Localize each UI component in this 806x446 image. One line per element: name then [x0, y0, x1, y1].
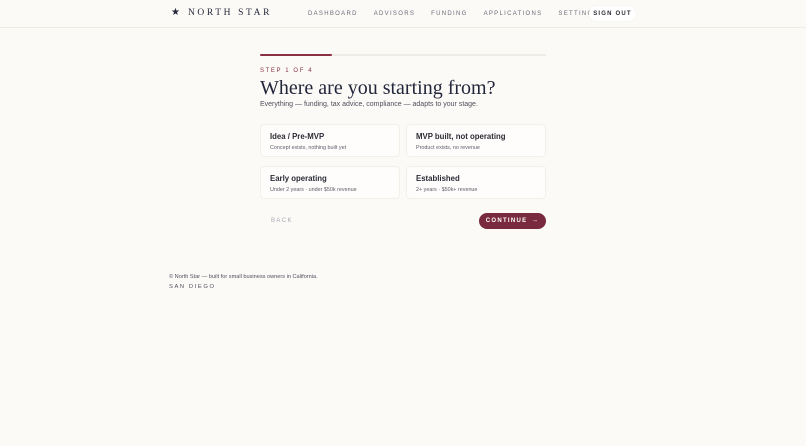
option-established[interactable]: Established 2+ years · $50k+ revenue: [406, 166, 546, 199]
option-title: Idea / Pre-MVP: [270, 132, 325, 141]
top-header: ★ NORTH STAR DASHBOARD ADVISORS FUNDING …: [0, 0, 806, 28]
footer-copyright: © North Star — built for small business …: [169, 274, 318, 280]
brand-logo[interactable]: ★ NORTH STAR: [171, 7, 272, 19]
nav-applications[interactable]: APPLICATIONS: [484, 10, 543, 18]
page-subtitle: Everything — funding, tax advice, compli…: [260, 101, 478, 108]
option-title: MVP built, not operating: [416, 132, 506, 141]
step-label: STEP 1 OF 4: [260, 68, 314, 74]
nav-funding[interactable]: FUNDING: [431, 10, 467, 18]
option-description: Under 2 years · under $50k revenue: [270, 187, 357, 193]
option-title: Early operating: [270, 174, 327, 183]
back-button[interactable]: BACK: [271, 217, 293, 225]
option-mvp-built[interactable]: MVP built, not operating Product exists,…: [406, 124, 546, 157]
step-progress-fill: [260, 54, 332, 56]
nav-advisors[interactable]: ADVISORS: [374, 10, 415, 18]
option-early-operating[interactable]: Early operating Under 2 years · under $5…: [260, 166, 400, 199]
option-description: Concept exists, nothing built yet: [270, 145, 347, 151]
sign-out-button[interactable]: SIGN OUT: [589, 6, 636, 21]
stage-options: Idea / Pre-MVP Concept exists, nothing b…: [260, 124, 546, 199]
option-title: Established: [416, 174, 460, 183]
brand-name: NORTH STAR: [187, 8, 273, 18]
star-icon: ★: [171, 7, 180, 18]
option-idea-pre-mvp[interactable]: Idea / Pre-MVP Concept exists, nothing b…: [260, 124, 400, 157]
continue-label: CONTINUE: [485, 218, 528, 224]
option-description: Product exists, no revenue: [416, 145, 480, 151]
arrow-right-icon: →: [531, 217, 540, 224]
page-title: Where are you starting from?: [260, 77, 496, 99]
footer-city: SAN DIEGO: [169, 284, 216, 290]
nav-dashboard[interactable]: DASHBOARD: [308, 10, 358, 18]
step-progress-bar: [260, 54, 546, 56]
main-nav: DASHBOARD ADVISORS FUNDING APPLICATIONS …: [308, 10, 599, 18]
continue-button[interactable]: CONTINUE →: [479, 213, 546, 229]
option-description: 2+ years · $50k+ revenue: [416, 187, 478, 193]
